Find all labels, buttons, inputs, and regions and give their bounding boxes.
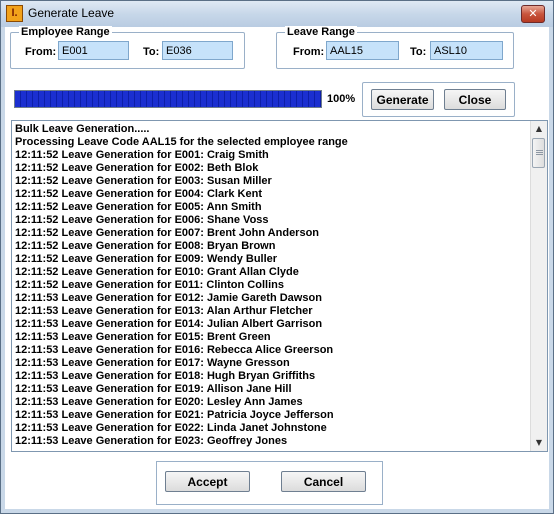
employee-from-field[interactable]: E001 bbox=[58, 41, 129, 60]
leave-from-label: From: bbox=[293, 46, 325, 58]
employee-range-caption: Employee Range bbox=[19, 26, 112, 39]
leave-to-field[interactable]: ASL10 bbox=[430, 41, 503, 60]
log-line: 12:11:53 Leave Generation for E022: Lind… bbox=[15, 422, 327, 434]
leave-range-group: Leave Range From: AAL15 To: ASL10 bbox=[276, 26, 514, 69]
thumb-grip bbox=[536, 152, 543, 153]
employee-from-label: From: bbox=[25, 46, 57, 58]
log-line: 12:11:52 Leave Generation for E010: Gran… bbox=[15, 266, 299, 278]
scroll-thumb[interactable] bbox=[532, 138, 545, 168]
scroll-up-icon[interactable]: ▲ bbox=[531, 121, 547, 137]
generation-log[interactable]: Bulk Leave Generation..... Processing Lea… bbox=[11, 120, 548, 452]
progress-bar-fill bbox=[15, 91, 321, 107]
close-icon[interactable]: ✕ bbox=[521, 5, 545, 23]
accept-button[interactable]: Accept bbox=[165, 471, 250, 492]
log-line: 12:11:52 Leave Generation for E009: Wend… bbox=[15, 253, 278, 265]
cancel-button[interactable]: Cancel bbox=[281, 471, 366, 492]
scroll-down-icon[interactable]: ▼ bbox=[531, 435, 547, 451]
log-lines: Bulk Leave Generation..... Processing Lea… bbox=[15, 123, 520, 448]
log-line: 12:11:52 Leave Generation for E007: Bren… bbox=[15, 227, 320, 239]
title-bar[interactable]: I. Generate Leave ✕ bbox=[1, 1, 553, 27]
vertical-scrollbar[interactable]: ▲ ▼ bbox=[530, 121, 547, 451]
employee-range-group: Employee Range From: E001 To: E036 bbox=[10, 26, 245, 69]
log-line: 12:11:52 Leave Generation for E002: Beth… bbox=[15, 162, 259, 174]
generate-button[interactable]: Generate bbox=[371, 89, 434, 110]
window-title: Generate Leave bbox=[28, 6, 115, 20]
log-line: Bulk Leave Generation..... bbox=[15, 123, 150, 135]
generate-leave-window: I. Generate Leave ✕ Employee Range From:… bbox=[0, 0, 554, 514]
log-line: 12:11:52 Leave Generation for E001: Crai… bbox=[15, 149, 269, 161]
log-line: 12:11:53 Leave Generation for E023: Geof… bbox=[15, 435, 288, 447]
log-line: 12:11:53 Leave Generation for E021: Patr… bbox=[15, 409, 334, 421]
log-line: 12:11:53 Leave Generation for E014: Juli… bbox=[15, 318, 323, 330]
progress-bar bbox=[14, 90, 322, 108]
log-line: 12:11:52 Leave Generation for E006: Shan… bbox=[15, 214, 269, 226]
app-logo-icon: I. bbox=[6, 5, 23, 22]
log-line: 12:11:52 Leave Generation for E004: Clar… bbox=[15, 188, 262, 200]
log-line: 12:11:53 Leave Generation for E013: Alan… bbox=[15, 305, 313, 317]
leave-from-field[interactable]: AAL15 bbox=[326, 41, 399, 60]
log-line: 12:11:53 Leave Generation for E012: Jami… bbox=[15, 292, 322, 304]
log-line: 12:11:53 Leave Generation for E018: Hugh… bbox=[15, 370, 316, 382]
log-line: 12:11:53 Leave Generation for E020: Lesl… bbox=[15, 396, 303, 408]
action-buttons-group: Generate Close bbox=[362, 82, 515, 117]
log-line: 12:11:52 Leave Generation for E003: Susa… bbox=[15, 175, 272, 187]
log-line: 12:11:53 Leave Generation for E019: Alli… bbox=[15, 383, 292, 395]
progress-percent: 100% bbox=[327, 93, 356, 105]
employee-to-field[interactable]: E036 bbox=[162, 41, 233, 60]
log-line: 12:11:53 Leave Generation for E015: Bren… bbox=[15, 331, 271, 343]
log-line: 12:11:53 Leave Generation for E017: Wayn… bbox=[15, 357, 290, 369]
close-button[interactable]: Close bbox=[444, 89, 506, 110]
log-line: 12:11:52 Leave Generation for E005: Ann … bbox=[15, 201, 262, 213]
employee-to-label: To: bbox=[143, 46, 160, 58]
dialog-buttons-group: Accept Cancel bbox=[156, 461, 383, 505]
log-line: 12:11:53 Leave Generation for E016: Rebe… bbox=[15, 344, 334, 356]
client-area: Employee Range From: E001 To: E036 Leave… bbox=[5, 26, 549, 509]
leave-to-label: To: bbox=[410, 46, 427, 58]
log-line: 12:11:52 Leave Generation for E011: Clin… bbox=[15, 279, 284, 291]
thumb-grip bbox=[536, 154, 543, 155]
log-line: Processing Leave Code AAL15 for the sele… bbox=[15, 136, 348, 148]
leave-range-caption: Leave Range bbox=[285, 26, 357, 39]
thumb-grip bbox=[536, 150, 543, 151]
log-line: 12:11:52 Leave Generation for E008: Brya… bbox=[15, 240, 276, 252]
